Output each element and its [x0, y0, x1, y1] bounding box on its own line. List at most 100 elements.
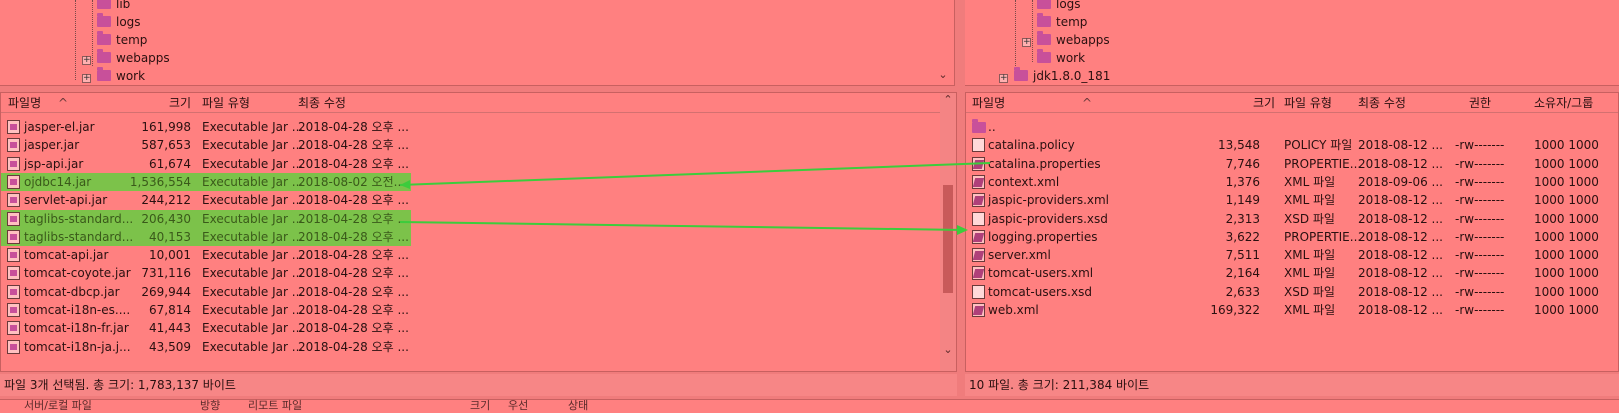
remote-directory-tree[interactable]: logs temp + webapps work + jdk1.8.0_181 — [965, 0, 1619, 86]
column-size[interactable]: 크기 — [1253, 93, 1275, 113]
file-row[interactable]: jasper-el.jar 161,998 Executable Jar ... 20… — [1, 118, 411, 136]
queue-col-server-file[interactable]: 서버/로컬 파일 — [24, 400, 92, 412]
file-row[interactable]: jaspic-providers.xml 1,149 XML 파일 2018-08-1… — [966, 191, 1599, 209]
file-modified: 2018-09-06 ... — [1358, 174, 1443, 189]
file-size: 1,536,554 — [129, 174, 191, 189]
tree-scroll-down-icon[interactable]: ⌄ — [935, 68, 951, 81]
tree-item[interactable]: logs — [82, 13, 141, 31]
local-list-scrollbar[interactable]: ⌃ ⌄ — [940, 93, 956, 371]
file-owner: 1000 1000 — [1534, 266, 1599, 281]
tree-item[interactable]: temp — [82, 31, 147, 49]
file-size: 2,164 — [1225, 266, 1260, 281]
file-size: 161,998 — [141, 120, 191, 134]
column-size[interactable]: 크기 — [169, 93, 191, 113]
file-type: Executable Jar ... — [202, 156, 304, 171]
file-perm: -rw------- — [1455, 211, 1505, 226]
parent-folder-icon — [972, 119, 986, 133]
column-owner[interactable]: 소유자/그룹 — [1534, 93, 1593, 113]
file-size: 1,376 — [1225, 174, 1260, 189]
file-perm: -rw------- — [1455, 303, 1505, 317]
tree-item-label: webapps — [1056, 33, 1110, 47]
tree-item-label: logs — [116, 15, 141, 29]
column-modified[interactable]: 최종 수정 — [1358, 93, 1406, 113]
tree-item[interactable]: lib — [82, 0, 130, 13]
scroll-up-icon[interactable]: ⌃ — [940, 93, 956, 106]
file-name: context.xml — [988, 174, 1060, 189]
file-row[interactable]: tomcat-coyote.jar 731,116 Executable Jar .… — [1, 264, 411, 282]
file-row[interactable]: tomcat-users.xsd 2,633 XSD 파일 2018-08-12 ..… — [966, 283, 1599, 301]
file-row[interactable]: .. — [966, 118, 1596, 136]
file-size: 41,443 — [149, 321, 191, 336]
folder-icon — [1037, 49, 1051, 63]
local-directory-tree[interactable]: lib logs temp + webapps + work ⌄ — [0, 0, 955, 86]
expand-icon[interactable]: + — [999, 74, 1008, 83]
local-file-list[interactable]: 파일명 ^ 크기 파일 유형 최종 수정 jasper-el.jar 161,99… — [0, 92, 957, 372]
file-name: jaspic-providers.xsd — [988, 211, 1108, 226]
file-modified: 2018-08-12 ... — [1358, 248, 1443, 263]
queue-col-remote-file[interactable]: 리모트 파일 — [248, 400, 302, 412]
file-row[interactable]: jsp-api.jar 61,674 Executable Jar ... 2018-… — [1, 155, 411, 173]
tree-item[interactable]: + jdk1.8.0_181 — [999, 67, 1110, 85]
sort-asc-icon: ^ — [1082, 96, 1093, 110]
scroll-down-icon[interactable]: ⌄ — [940, 343, 956, 356]
expand-icon[interactable]: + — [82, 74, 91, 83]
tree-item[interactable]: + webapps — [1022, 31, 1110, 49]
file-modified: 2018-04-28 오후 ... — [298, 321, 409, 336]
expand-icon[interactable]: + — [82, 56, 91, 65]
file-type: XSD 파일 — [1284, 284, 1335, 299]
tree-item[interactable]: work — [1022, 49, 1085, 67]
file-type: Executable Jar ... — [202, 284, 304, 299]
file-name: jaspic-providers.xml — [988, 193, 1110, 208]
file-row[interactable]: tomcat-users.xml 2,164 XML 파일 2018-08-12 ..… — [966, 264, 1599, 282]
file-perm: -rw------- — [1455, 138, 1505, 153]
tree-item[interactable]: temp — [1022, 13, 1087, 31]
file-name: jasper-el.jar — [24, 120, 95, 134]
file-size: 206,430 — [141, 211, 191, 226]
jar-file-icon — [7, 211, 20, 226]
column-filename[interactable]: 파일명 — [8, 93, 41, 113]
file-row[interactable]: logging.properties 3,622 PROPERTIE... 2018-… — [966, 228, 1599, 246]
remote-file-list[interactable]: 파일명 ^ 크기 파일 유형 최종 수정 권한 소유자/그룹 .. catalin… — [965, 92, 1619, 372]
expand-icon[interactable]: + — [1022, 38, 1031, 47]
file-row[interactable]: catalina.policy 13,548 POLICY 파일 2018-08-12… — [966, 136, 1599, 154]
file-row[interactable]: jaspic-providers.xsd 2,313 XSD 파일 2018-08-1… — [966, 210, 1599, 228]
queue-col-priority[interactable]: 우선 — [508, 400, 528, 412]
scrollbar-thumb[interactable] — [943, 185, 953, 293]
file-name: web.xml — [988, 303, 1039, 317]
file-name: taglibs-standard... — [24, 211, 134, 226]
column-type[interactable]: 파일 유형 — [202, 93, 250, 113]
file-row[interactable]: tomcat-i18n-es.... 67,814 Executable Jar .… — [1, 301, 411, 319]
file-row[interactable]: tomcat-i18n-fr.jar 41,443 Executable Jar .… — [1, 319, 411, 337]
file-row[interactable]: context.xml 1,376 XML 파일 2018-09-06 ... -rw-… — [966, 173, 1599, 191]
column-type[interactable]: 파일 유형 — [1284, 93, 1332, 113]
file-perm: -rw------- — [1455, 229, 1505, 244]
file-owner: 1000 1000 — [1534, 229, 1599, 244]
file-modified: 2018-08-12 ... — [1358, 156, 1443, 171]
tree-item[interactable]: logs — [1022, 0, 1081, 13]
jar-file-icon — [7, 321, 20, 336]
file-row[interactable]: taglibs-standard... 206,430 Executable Jar… — [1, 209, 411, 228]
file-size: 40,153 — [149, 229, 191, 244]
file-row[interactable]: catalina.properties 7,746 PROPERTIE... 2018… — [966, 155, 1599, 173]
queue-col-direction[interactable]: 방향 — [200, 400, 220, 412]
folder-icon — [1037, 31, 1051, 45]
column-modified[interactable]: 최종 수정 — [298, 93, 346, 113]
file-row[interactable]: jasper.jar 587,653 Executable Jar ... 2018-… — [1, 136, 411, 154]
file-row[interactable]: servlet-api.jar 244,212 Executable Jar ...… — [1, 191, 411, 209]
file-row[interactable]: tomcat-dbcp.jar 269,944 Executable Jar ...… — [1, 283, 411, 301]
jar-file-icon — [7, 339, 20, 354]
column-permissions[interactable]: 권한 — [1469, 93, 1491, 113]
file-row[interactable]: tomcat-api.jar 10,001 Executable Jar ... 20… — [1, 246, 411, 264]
tree-item[interactable]: + webapps — [82, 49, 170, 67]
file-row[interactable]: tomcat-i18n-ja.j... 43,509 Executable Jar … — [1, 338, 411, 356]
file-row[interactable]: web.xml 169,322 XML 파일 2018-08-12 ... -rw---… — [966, 301, 1599, 319]
column-filename[interactable]: 파일명 — [972, 93, 1005, 113]
queue-col-status[interactable]: 상태 — [568, 400, 588, 412]
file-row[interactable]: ojdbc14.jar 1,536,554 Executable Jar ... 20… — [1, 172, 411, 191]
file-modified: 2018-04-28 오후 ... — [298, 248, 409, 263]
tree-item[interactable]: + work — [82, 67, 145, 85]
file-row[interactable]: taglibs-standard... 40,153 Executable Jar … — [1, 227, 411, 246]
folder-icon — [1037, 0, 1051, 9]
queue-col-size[interactable]: 크기 — [470, 400, 490, 412]
file-row[interactable]: server.xml 7,511 XML 파일 2018-08-12 ... -rw--… — [966, 246, 1599, 264]
